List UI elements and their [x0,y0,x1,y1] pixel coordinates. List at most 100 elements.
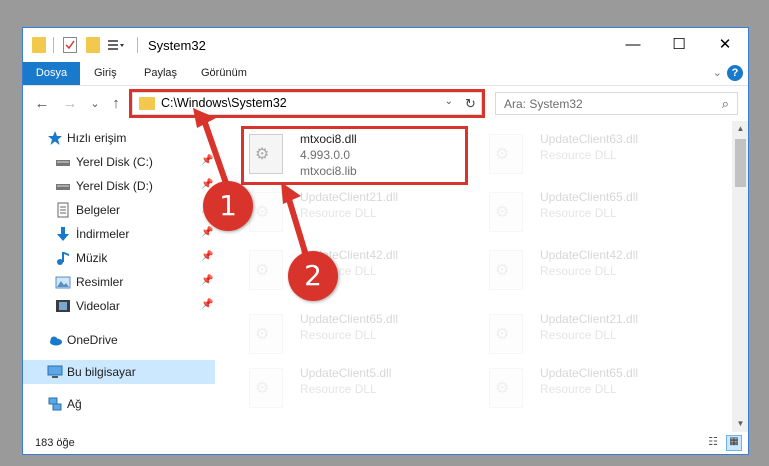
forward-button[interactable]: → [59,93,81,115]
sidebar-item-label: Resimler [76,275,124,289]
tab-file[interactable]: Dosya [23,62,80,85]
file-highlight-box [241,126,468,185]
file-description: Resource DLL [540,264,617,278]
sidebar-item-label: Belgeler [76,203,121,217]
documents-icon [57,202,69,218]
file-description: Resource DLL [540,206,617,220]
drive-icon [56,184,70,190]
new-folder-icon[interactable] [86,37,100,53]
file-description: Resource DLL [540,382,617,396]
file-tile[interactable]: ⚙ UpdateClient42.dll Resource DLL [481,244,701,300]
search-input[interactable]: Ara: System32 ⌕ [495,92,738,115]
file-name: UpdateClient21.dll [300,190,399,204]
step-2-badge: 2 [288,251,338,301]
drive-icon [56,160,70,166]
item-count: 183 öğe [35,437,75,449]
back-button[interactable]: ← [31,93,53,115]
file-description: Resource DLL [540,328,617,342]
sidebar-item-network[interactable]: Ağ [23,392,215,416]
pin-icon[interactable]: 📌 [201,275,213,286]
sidebar-item-quick-access[interactable]: Hızlı erişim [23,126,215,150]
file-tile[interactable]: ⚙ UpdateClient65.dll Resource DLL [241,308,461,364]
file-description: Resource DLL [300,206,377,220]
sidebar-item-downloads[interactable]: İndirmeler 📌 [23,222,215,246]
sidebar-item-label: İndirmeler [76,227,130,241]
recent-locations-button[interactable]: ⌄ [84,93,106,115]
star-icon [48,131,62,145]
computer-icon [47,365,63,378]
separator [137,37,138,53]
gear-icon: ⚙ [495,262,510,279]
help-icon[interactable]: ? [727,65,743,81]
navigation-pane: Hızlı erişim Yerel Disk (C:) 📌 Yerel Dis… [23,124,218,432]
gear-icon: ⚙ [495,204,510,221]
ribbon-tabs: Dosya Giriş Paylaş Görünüm ⌄ ? [23,62,748,86]
pin-icon[interactable]: 📌 [201,227,213,238]
tiles-view-icon[interactable]: ▦ [726,435,742,451]
sidebar-item-label: Videolar [76,299,120,313]
up-button[interactable]: ↑ [105,93,127,115]
sidebar-item-label: Bu bilgisayar [67,365,136,379]
file-name: UpdateClient21.dll [540,312,639,326]
file-tile[interactable]: ⚙ UpdateClient65.dll Resource DLL [481,362,701,418]
minimize-button[interactable]: — [610,28,656,62]
sidebar-item-label: OneDrive [67,333,118,347]
sidebar-item-label: Hızlı erişim [67,131,127,145]
file-description: Resource DLL [300,382,377,396]
network-icon [48,397,62,411]
gear-icon: ⚙ [495,380,510,397]
tab-share[interactable]: Paylaş [136,62,185,85]
vertical-scrollbar[interactable]: ▲ ▼ [732,121,748,432]
gear-icon: ⚙ [255,262,270,279]
details-view-icon[interactable]: ☷ [705,435,721,451]
file-tile[interactable]: ⚙ UpdateClient21.dll Resource DLL [241,186,461,242]
maximize-button[interactable]: ☐ [656,28,702,62]
tab-home[interactable]: Giriş [86,62,125,85]
sidebar-item-local-disk-c[interactable]: Yerel Disk (C:) 📌 [23,150,215,174]
file-tile[interactable]: ⚙ UpdateClient5.dll Resource DLL [241,362,461,418]
search-icon[interactable]: ⌕ [722,96,729,112]
gear-icon: ⚙ [255,380,270,397]
file-tile[interactable]: ⚙ UpdateClient21.dll Resource DLL [481,308,701,364]
scroll-down-icon[interactable]: ▼ [732,416,748,432]
sidebar-item-pictures[interactable]: Resimler 📌 [23,270,215,294]
file-name: UpdateClient65.dll [540,190,639,204]
file-description: Resource DLL [540,148,617,162]
file-tile[interactable]: ⚙ UpdateClient65.dll Resource DLL [481,186,701,242]
sidebar-item-music[interactable]: Müzik 📌 [23,246,215,270]
folder-icon[interactable] [32,37,46,53]
gear-icon: ⚙ [255,326,270,343]
pin-icon[interactable]: 📌 [201,155,213,166]
search-placeholder: Ara: System32 [504,97,583,111]
sidebar-item-label: Yerel Disk (C:) [76,155,153,169]
gear-icon: ⚙ [255,204,270,221]
file-name: UpdateClient63.dll [540,132,639,146]
sidebar-item-local-disk-d[interactable]: Yerel Disk (D:) 📌 [23,174,215,198]
cloud-icon [50,336,62,346]
videos-icon [56,300,70,312]
close-button[interactable]: ✕ [702,28,748,62]
sidebar-item-label: Ağ [67,397,82,411]
tab-view[interactable]: Görünüm [193,62,255,85]
sidebar-item-onedrive[interactable]: OneDrive [23,328,215,352]
sidebar-item-this-pc[interactable]: Bu bilgisayar [23,360,215,384]
properties-icon[interactable] [63,37,77,53]
file-description: Resource DLL [300,328,377,342]
address-highlight-box [129,89,485,118]
sidebar-item-videos[interactable]: Videolar 📌 [23,294,215,318]
sidebar-item-label: Yerel Disk (D:) [76,179,153,193]
file-tile[interactable]: ⚙ UpdateClient63.dll Resource DLL [481,128,701,184]
pin-icon[interactable]: 📌 [201,251,213,262]
file-name: UpdateClient42.dll [540,248,639,262]
sidebar-item-documents[interactable]: Belgeler 📌 [23,198,215,222]
customize-toolbar-icon[interactable] [107,37,125,53]
file-name: UpdateClient65.dll [300,312,399,326]
scroll-thumb[interactable] [735,139,746,187]
separator [53,37,54,53]
scroll-up-icon[interactable]: ▲ [732,121,748,137]
file-tile[interactable]: ⚙ UpdateClient42.dll Resource DLL [241,244,461,300]
expand-ribbon-icon[interactable]: ⌄ [713,66,722,79]
file-name: UpdateClient5.dll [300,366,392,380]
pictures-icon [55,276,71,289]
pin-icon[interactable]: 📌 [201,299,213,310]
